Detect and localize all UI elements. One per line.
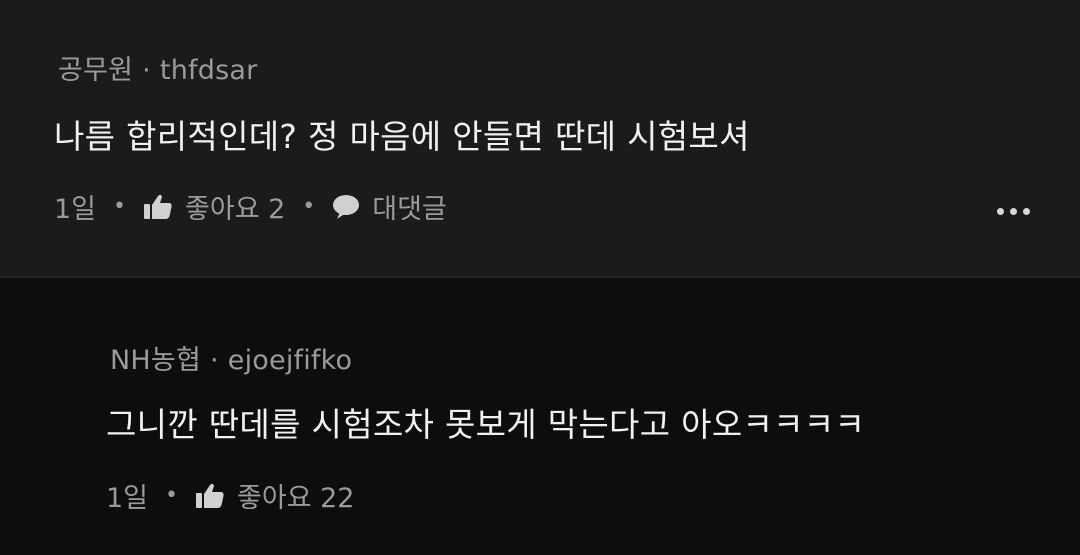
comment-username[interactable]: thfdsar — [160, 55, 257, 86]
reply-time: 1일 — [106, 483, 149, 514]
reply-author-line: NH농협 · ejoejfifko — [110, 338, 352, 377]
comment-author-line: 공무원 · thfdsar — [58, 48, 257, 87]
comment-text: 나름 합리적인데? 정 마음에 안들면 딴데 시험보셔 — [54, 117, 750, 156]
more-dot — [1010, 208, 1017, 215]
reply-label: 대댓글 — [372, 194, 447, 225]
comment-card: 공무원 · thfdsar 나름 합리적인데? 정 마음에 안들면 딴데 시험보셔 … — [0, 0, 1080, 278]
like-button[interactable]: 좋아요 2 — [143, 187, 285, 226]
like-button[interactable]: 좋아요 22 — [195, 476, 354, 515]
comment-time: 1일 — [54, 194, 97, 225]
thumbs-up-icon — [143, 193, 173, 221]
action-separator: • — [165, 483, 179, 508]
action-separator: • — [113, 194, 127, 219]
more-dot — [1023, 208, 1030, 215]
reply-text: 그니깐 딴데를 시험조차 못보게 막는다고 아오ㅋㅋㅋㅋ — [106, 405, 866, 444]
like-label: 좋아요 2 — [185, 194, 286, 225]
action-separator: • — [302, 194, 316, 219]
reply-button[interactable]: 대댓글 — [332, 187, 447, 226]
comment-actions: 1일 • 좋아요 2 • 대댓글 — [54, 187, 447, 226]
reply-card: NH농협 · ejoejfifko 그니깐 딴데를 시험조차 못보게 막는다고 아오… — [0, 280, 1080, 555]
speech-bubble-icon — [332, 194, 360, 220]
meta-separator: · — [142, 55, 151, 86]
meta-separator: · — [209, 345, 219, 376]
reply-affiliation[interactable]: NH농협 — [110, 345, 201, 376]
reply-username[interactable]: ejoejfifko — [228, 345, 352, 376]
comment-affiliation[interactable]: 공무원 — [58, 55, 133, 86]
more-dot — [997, 208, 1004, 215]
more-options-icon[interactable] — [997, 208, 1030, 215]
thumbs-up-icon — [195, 482, 225, 510]
like-label: 좋아요 22 — [237, 483, 355, 514]
reply-actions: 1일 • 좋아요 22 — [106, 476, 354, 515]
